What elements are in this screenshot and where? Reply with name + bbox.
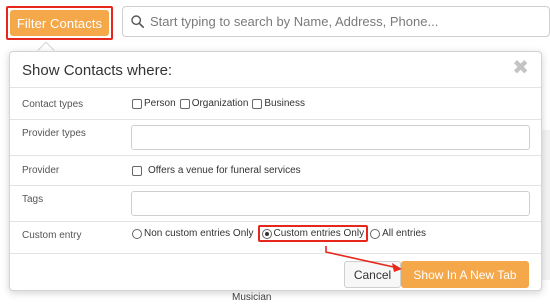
custom-only-highlight: Custom entries Only — [257, 225, 369, 242]
all-entries-label: All entries — [382, 228, 426, 239]
non-custom-radio[interactable] — [132, 228, 142, 239]
modal-header: Show Contacts where: ✖ — [10, 52, 541, 88]
person-checkbox[interactable] — [132, 98, 142, 109]
option-all-entries[interactable]: All entries — [370, 228, 426, 239]
search-icon — [131, 15, 144, 28]
row-provider-types: Provider types — [10, 120, 541, 156]
search-box[interactable] — [122, 6, 550, 37]
all-entries-radio[interactable] — [370, 228, 381, 239]
row-provider: Provider Offers a venue for funeral serv… — [10, 156, 541, 186]
option-business[interactable]: Business — [252, 98, 305, 109]
custom-entry-label: Custom entry — [22, 230, 82, 241]
row-contact-types: Contact types Person Organization Busine… — [10, 88, 541, 120]
option-organization[interactable]: Organization — [179, 98, 249, 109]
provider-label: Provider — [22, 165, 60, 176]
business-checkbox[interactable] — [252, 98, 263, 109]
option-non-custom[interactable]: Non custom entries Only — [132, 228, 254, 239]
option-person[interactable]: Person — [132, 98, 176, 109]
provider-options: Offers a venue for funeral services — [132, 165, 305, 176]
business-label: Business — [264, 98, 305, 109]
row-custom-entry: Custom entry Non custom entries Only Cus… — [10, 222, 541, 254]
person-label: Person — [144, 98, 176, 109]
funeral-venue-checkbox[interactable] — [132, 165, 142, 176]
option-funeral-venue[interactable]: Offers a venue for funeral services — [132, 165, 301, 176]
search-input[interactable] — [150, 14, 530, 29]
filter-modal: Show Contacts where: ✖ Contact types Per… — [9, 51, 542, 291]
show-new-tab-button[interactable]: Show In A New Tab — [401, 261, 529, 288]
tags-label: Tags — [22, 194, 44, 205]
funeral-venue-label: Offers a venue for funeral services — [148, 165, 301, 176]
option-custom-only[interactable]: Custom entries Only — [261, 228, 365, 239]
organization-checkbox[interactable] — [179, 98, 190, 109]
background-list-text: Musician — [232, 292, 272, 303]
custom-only-radio[interactable] — [261, 228, 272, 239]
tags-field[interactable] — [131, 191, 530, 216]
provider-types-field[interactable] — [131, 125, 530, 150]
non-custom-label: Non custom entries Only — [144, 228, 254, 239]
modal-title: Show Contacts where: — [22, 62, 173, 79]
contact-types-options: Person Organization Business — [132, 98, 309, 109]
filter-contacts-button[interactable]: Filter Contacts — [10, 10, 109, 36]
row-tags: Tags — [10, 186, 541, 222]
cancel-button[interactable]: Cancel — [344, 261, 401, 288]
contact-types-label: Contact types — [22, 99, 84, 110]
custom-only-label: Custom entries Only — [273, 228, 365, 239]
custom-entry-options: Non custom entries Only Custom entries O… — [132, 225, 430, 242]
close-icon[interactable]: ✖ — [512, 58, 529, 78]
organization-label: Organization — [191, 98, 249, 109]
filter-button-highlight: Filter Contacts — [6, 6, 113, 40]
provider-types-label: Provider types — [22, 128, 86, 139]
